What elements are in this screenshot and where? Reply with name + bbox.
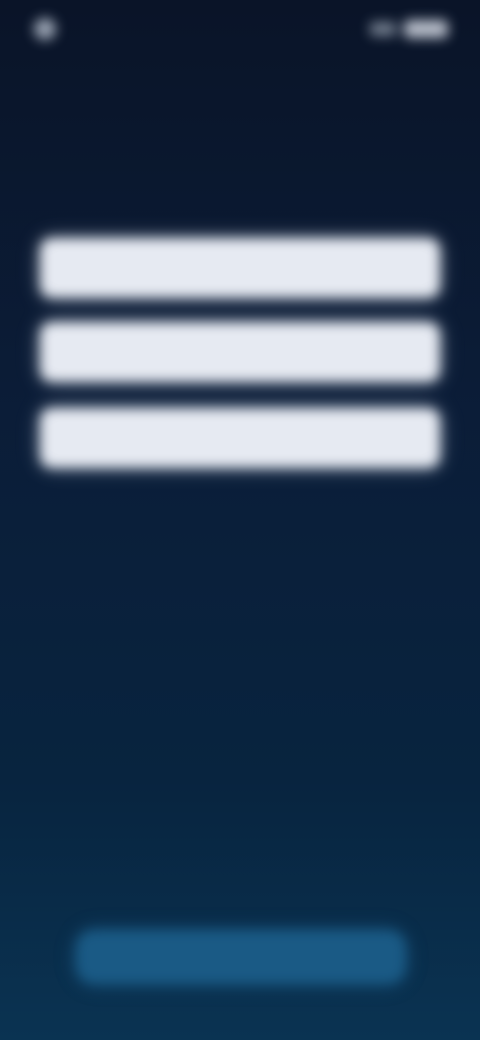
dot-icon xyxy=(34,18,56,40)
status-right xyxy=(370,20,448,38)
status-left xyxy=(34,18,64,40)
input-field-1[interactable] xyxy=(40,238,440,298)
status-bar xyxy=(0,14,480,44)
signal-icon xyxy=(370,22,396,36)
text-input-3[interactable] xyxy=(40,408,440,468)
input-field-2[interactable] xyxy=(40,322,440,382)
input-field-3[interactable] xyxy=(40,408,440,468)
footer-link-text[interactable] xyxy=(124,874,356,898)
page-title xyxy=(40,108,360,138)
text-input-1[interactable] xyxy=(40,238,440,298)
primary-button[interactable] xyxy=(76,930,406,984)
text-input-2[interactable] xyxy=(40,322,440,382)
battery-icon xyxy=(404,20,448,38)
page-subtitle xyxy=(40,168,400,188)
blurred-screen xyxy=(0,0,480,1040)
